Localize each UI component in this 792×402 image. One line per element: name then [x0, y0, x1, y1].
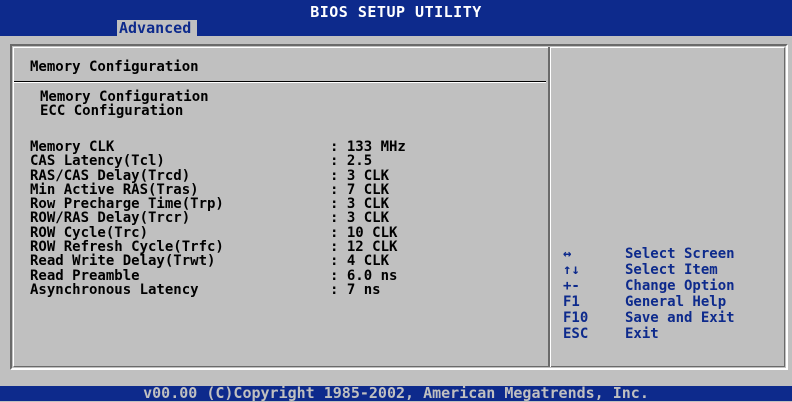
- setting-value-memory-clk: : 133 MHz: [330, 139, 406, 155]
- left-right-arrow-icon: ↔: [563, 246, 572, 262]
- setting-value-min-active-ras: : 7 CLK: [330, 181, 390, 198]
- settings-labels: Memory CLK CAS Latency(Tcl) RAS/CAS Dela…: [30, 139, 224, 298]
- panel-divider: [548, 47, 551, 367]
- setting-value-read-preamble: : 6.0 ns: [330, 267, 398, 284]
- help-row-change-option: +- Change Option: [563, 278, 735, 294]
- setting-value-row-refresh: : 12 CLK: [330, 239, 398, 256]
- setting-value-row-ras-delay: : 3 CLK: [330, 210, 390, 227]
- setting-label-row-refresh: ROW Refresh Cycle(Trfc): [30, 239, 224, 256]
- setting-label-cas-latency: CAS Latency(Tcl): [30, 153, 165, 170]
- f1-key: F1: [563, 294, 580, 310]
- section-heading: Memory Configuration: [30, 59, 199, 75]
- help-row-save-exit: F10 Save and Exit: [563, 310, 735, 326]
- copyright-text: v00.00 (C)Copyright 1985-2002, American …: [143, 384, 649, 402]
- setting-value-row-precharge: : 3 CLK: [330, 196, 390, 213]
- setting-label-read-write-delay: Read Write Delay(Trwt): [30, 253, 216, 270]
- help-row-exit: ESC Exit: [563, 326, 735, 342]
- setting-value-async-latency: : 7 ns: [330, 281, 381, 298]
- setting-label-memory-clk: Memory CLK: [30, 139, 115, 155]
- setting-value-ras-cas-delay: : 3 CLK: [330, 167, 390, 184]
- setting-label-ras-cas-delay: RAS/CAS Delay(Trcd): [30, 167, 191, 184]
- tab-advanced[interactable]: Advanced: [117, 20, 197, 36]
- setting-label-row-ras-delay: ROW/RAS Delay(Trcr): [30, 210, 191, 227]
- key-help: ↔ Select Screen ↑↓ Select Item +- Change Op…: [563, 246, 735, 342]
- help-action: Change Option: [625, 278, 735, 294]
- heading-rule: [14, 81, 546, 83]
- esc-key: ESC: [563, 326, 589, 342]
- help-row-general-help: F1 General Help: [563, 294, 735, 310]
- help-action: General Help: [625, 294, 727, 310]
- help-action: Select Screen: [625, 246, 735, 262]
- setting-label-row-cycle: ROW Cycle(Trc): [30, 224, 149, 241]
- setting-value-cas-latency: : 2.5: [330, 153, 373, 170]
- settings-values: : 133 MHz : 2.5 : 3 CLK : 7 CLK : 3 CLK …: [330, 139, 406, 298]
- submenu-ecc-configuration[interactable]: ECC Configuration: [40, 103, 209, 119]
- help-row-select-item: ↑↓ Select Item: [563, 262, 735, 278]
- up-down-arrow-icon: ↑↓: [563, 262, 580, 278]
- setting-label-async-latency: Asynchronous Latency: [30, 281, 199, 298]
- submenu-list: Memory Configuration ECC Configuration: [40, 89, 209, 119]
- setting-value-row-cycle: : 10 CLK: [330, 224, 398, 241]
- setting-label-read-preamble: Read Preamble: [30, 267, 140, 284]
- setting-label-min-active-ras: Min Active RAS(Tras): [30, 181, 199, 198]
- help-action: Exit: [625, 326, 659, 342]
- help-action: Select Item: [625, 262, 718, 278]
- setting-label-row-precharge: Row Precharge Time(Trp): [30, 196, 224, 213]
- help-action: Save and Exit: [625, 310, 735, 326]
- setting-value-read-write-delay: : 4 CLK: [330, 253, 390, 270]
- plus-minus-key: +-: [563, 278, 580, 294]
- f10-key: F10: [563, 310, 589, 326]
- submenu-memory-configuration[interactable]: Memory Configuration: [40, 89, 209, 105]
- help-row-select-screen: ↔ Select Screen: [563, 246, 735, 262]
